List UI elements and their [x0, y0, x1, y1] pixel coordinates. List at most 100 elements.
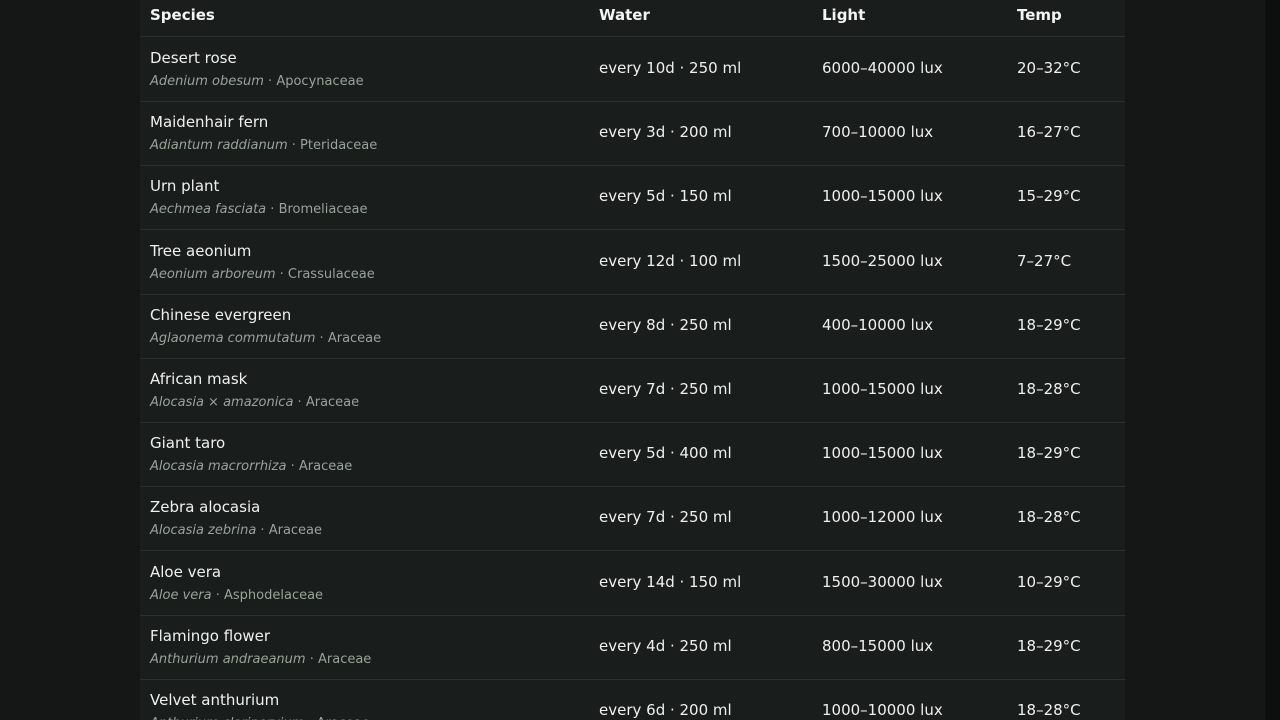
- temperature-range: 18–29°C: [1017, 315, 1081, 334]
- species-botanical-info: Aechmea fasciata · Bromeliaceae: [150, 202, 367, 217]
- species-family: Apocynaceae: [276, 74, 364, 89]
- species-common-name: Desert rose: [150, 49, 237, 67]
- water-schedule: every 10d · 250 ml: [599, 59, 742, 77]
- table-row[interactable]: Urn plant Aechmea fasciata · Bromeliaceae…: [140, 165, 1125, 231]
- species-scientific-name: Adiantum raddianum: [150, 138, 288, 154]
- light-range: 6000–40000 lux: [822, 59, 943, 77]
- species-scientific-name: Aechmea fasciata: [150, 202, 267, 218]
- light-range: 1000–12000 lux: [822, 508, 943, 527]
- temperature-range: 20–32°C: [1017, 59, 1081, 77]
- species-family: Araceae: [298, 459, 353, 475]
- species-family: Araceae: [327, 330, 382, 346]
- species-scientific-name: Anthurium clarinervium: [150, 716, 304, 720]
- species-family: Crassulaceae: [287, 266, 375, 282]
- temperature-range: 7–27°C: [1017, 251, 1072, 270]
- botanical-separator: ·: [266, 202, 279, 218]
- water-schedule: every 5d · 150 ml: [599, 187, 732, 206]
- species-family: Araceae: [305, 395, 360, 410]
- species-scientific-name: Aeonium arboreum: [150, 266, 276, 282]
- temperature-range: 16–27°C: [1017, 123, 1081, 142]
- species-common-name: Flamingo flower: [150, 626, 271, 645]
- botanical-separator: ·: [211, 587, 224, 603]
- water-schedule: every 14d · 150 ml: [599, 572, 742, 591]
- species-botanical-info: Alocasia × amazonica · Araceae: [150, 395, 359, 410]
- species-botanical-info: Alocasia zebrina · Araceae: [150, 523, 322, 538]
- column-header-light[interactable]: Light: [822, 6, 865, 24]
- species-botanical-info: Aeonium arboreum · Crassulaceae: [150, 267, 375, 282]
- water-schedule: every 7d · 250 ml: [599, 380, 732, 398]
- species-scientific-name: Alocasia × amazonica: [150, 395, 294, 410]
- table-row[interactable]: Zebra alocasia Alocasia zebrina · Araceae…: [140, 486, 1125, 552]
- water-schedule: every 4d · 250 ml: [599, 636, 732, 655]
- light-range: 800–15000 lux: [822, 636, 934, 655]
- water-schedule: every 7d · 250 ml: [599, 508, 732, 527]
- species-botanical-info: Anthurium andraeanum · Araceae: [150, 652, 371, 667]
- temperature-range: 18–28°C: [1017, 701, 1081, 719]
- species-scientific-name: Aglaonema commutatum: [150, 330, 316, 346]
- species-botanical-info: Alocasia macrorrhiza · Araceae: [150, 459, 352, 474]
- species-common-name: Giant taro: [150, 434, 226, 453]
- water-schedule: every 6d · 200 ml: [599, 701, 732, 719]
- species-botanical-info: Aloe vera · Asphodelaceae: [150, 588, 323, 603]
- table-row[interactable]: Flamingo flower Anthurium andraeanum · Ar…: [140, 615, 1125, 680]
- plant-care-table: Species Water Light Temp Desert rose Aden…: [140, 0, 1125, 720]
- page: Species Water Light Temp Desert rose Aden…: [0, 0, 1280, 720]
- botanical-separator: ·: [256, 523, 269, 539]
- species-common-name: Zebra alocasia: [150, 498, 261, 517]
- species-common-name: African mask: [150, 370, 248, 388]
- botanical-separator: ·: [275, 266, 288, 282]
- column-header-water[interactable]: Water: [599, 6, 650, 24]
- light-range: 1000–15000 lux: [822, 187, 943, 206]
- water-schedule: every 12d · 100 ml: [599, 251, 742, 270]
- table-row[interactable]: African mask Alocasia × amazonica · Arace…: [140, 358, 1125, 423]
- table-row[interactable]: Velvet anthurium Anthurium clarinervium ·…: [140, 679, 1125, 720]
- botanical-separator: ·: [263, 74, 277, 89]
- column-header-species[interactable]: Species: [150, 6, 215, 24]
- species-scientific-name: Alocasia zebrina: [150, 523, 257, 539]
- botanical-separator: ·: [304, 716, 316, 720]
- species-common-name: Urn plant: [150, 177, 220, 196]
- table-row[interactable]: Maidenhair fern Adiantum raddianum · Pter…: [140, 101, 1125, 167]
- water-schedule: every 5d · 400 ml: [599, 444, 732, 463]
- species-common-name: Chinese evergreen: [150, 305, 292, 324]
- light-range: 1500–30000 lux: [822, 572, 943, 591]
- species-botanical-info: Adenium obesum · Apocynaceae: [150, 74, 364, 89]
- botanical-separator: ·: [286, 459, 299, 475]
- botanical-separator: ·: [293, 395, 306, 410]
- species-botanical-info: Anthurium clarinervium · Araceae: [150, 716, 370, 720]
- species-family: Bromeliaceae: [278, 202, 368, 218]
- table-header-row: Species Water Light Temp: [140, 0, 1125, 37]
- botanical-separator: ·: [315, 330, 328, 346]
- table-row[interactable]: Tree aeonium Aeonium arboreum · Crassulac…: [140, 230, 1125, 295]
- temperature-range: 10–29°C: [1017, 572, 1081, 591]
- species-scientific-name: Aloe vera: [150, 587, 212, 603]
- species-scientific-name: Adenium obesum: [150, 74, 264, 89]
- species-common-name: Velvet anthurium: [150, 691, 280, 709]
- light-range: 700–10000 lux: [822, 123, 934, 142]
- species-botanical-info: Aglaonema commutatum · Araceae: [150, 331, 381, 346]
- column-header-temp[interactable]: Temp: [1017, 6, 1062, 24]
- temperature-range: 18–29°C: [1017, 444, 1081, 463]
- species-common-name: Maidenhair fern: [150, 113, 269, 132]
- botanical-separator: ·: [287, 138, 301, 154]
- species-family: Araceae: [268, 523, 323, 539]
- table-row[interactable]: Aloe vera Aloe vera · Asphodelaceae every …: [140, 551, 1125, 616]
- light-range: 1000–15000 lux: [822, 380, 943, 398]
- light-range: 1500–25000 lux: [822, 251, 943, 270]
- window-edge: [1265, 0, 1280, 720]
- table-row[interactable]: Desert rose Adenium obesum · Apocynaceae e…: [140, 37, 1125, 102]
- table-row[interactable]: Chinese evergreen Aglaonema commutatum · …: [140, 294, 1125, 359]
- species-botanical-info: Adiantum raddianum · Pteridaceae: [150, 138, 377, 153]
- table-row[interactable]: Giant taro Alocasia macrorrhiza · Araceae…: [140, 422, 1125, 488]
- species-family: Araceae: [317, 716, 370, 720]
- temperature-range: 15–29°C: [1017, 187, 1081, 206]
- temperature-range: 18–28°C: [1017, 380, 1081, 398]
- temperature-range: 18–28°C: [1017, 508, 1081, 527]
- water-schedule: every 3d · 200 ml: [599, 123, 732, 142]
- species-scientific-name: Alocasia macrorrhiza: [150, 459, 287, 475]
- species-common-name: Tree aeonium: [150, 241, 252, 260]
- species-family: Asphodelaceae: [224, 587, 324, 603]
- light-range: 400–10000 lux: [822, 315, 934, 334]
- temperature-range: 18–29°C: [1017, 636, 1081, 655]
- water-schedule: every 8d · 250 ml: [599, 315, 732, 334]
